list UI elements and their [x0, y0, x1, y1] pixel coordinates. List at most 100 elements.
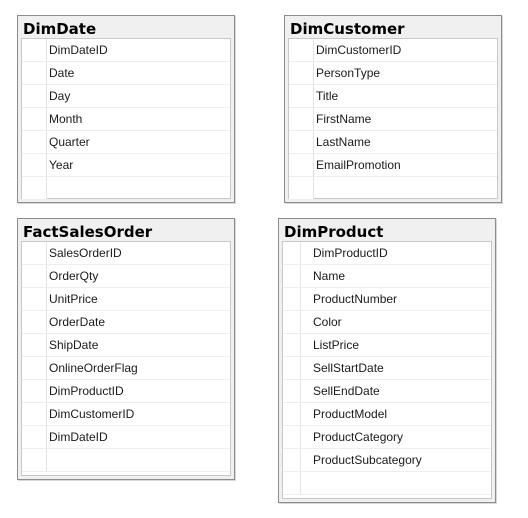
new-column-row[interactable]	[22, 177, 230, 200]
column-row[interactable]: Name	[283, 265, 491, 288]
column-row[interactable]: ShipDate	[22, 334, 230, 357]
row-selector[interactable]	[22, 131, 47, 153]
column-name: Year	[49, 158, 74, 172]
column-name: Date	[49, 66, 75, 80]
row-selector[interactable]	[22, 449, 47, 471]
column-row[interactable]: Color	[283, 311, 491, 334]
new-column-row[interactable]	[289, 177, 497, 200]
column-grid: SalesOrderID OrderQty UnitPrice OrderDate Sh…	[21, 241, 231, 476]
column-row[interactable]: EmailPromotion	[289, 154, 497, 177]
row-selector[interactable]	[283, 449, 301, 471]
column-row[interactable]: Year	[22, 154, 230, 177]
column-name: FirstName	[316, 112, 372, 126]
column-list: SalesOrderID OrderQty UnitPrice OrderDate Sh…	[22, 242, 230, 472]
new-column-row[interactable]	[22, 449, 230, 472]
row-selector[interactable]	[289, 177, 314, 199]
column-row[interactable]: ListPrice	[283, 334, 491, 357]
table-title: DimDate	[23, 20, 97, 38]
column-row[interactable]: SellEndDate	[283, 380, 491, 403]
column-row[interactable]: OnlineOrderFlag	[22, 357, 230, 380]
column-row[interactable]: UnitPrice	[22, 288, 230, 311]
column-name: ProductSubcategory	[313, 453, 422, 467]
column-row[interactable]: Date	[22, 62, 230, 85]
row-selector[interactable]	[283, 265, 301, 287]
table-dimproduct[interactable]: DimProduct DimProductID Name ProductNumber…	[278, 218, 496, 503]
row-selector[interactable]	[22, 380, 47, 402]
row-selector[interactable]	[283, 334, 301, 356]
table-title: DimCustomer	[290, 20, 405, 38]
row-selector[interactable]	[22, 242, 47, 264]
row-selector[interactable]	[22, 403, 47, 425]
column-row[interactable]: ProductModel	[283, 403, 491, 426]
column-name: Day	[49, 89, 71, 103]
row-selector[interactable]	[22, 311, 47, 333]
column-list: DimDateID Date Day Month Quarter Year	[22, 39, 230, 200]
column-row[interactable]: DimCustomerID	[22, 403, 230, 426]
column-row[interactable]: Quarter	[22, 131, 230, 154]
column-row[interactable]: SalesOrderID	[22, 242, 230, 265]
column-row[interactable]: DimProductID	[283, 242, 491, 265]
row-selector[interactable]	[22, 288, 47, 310]
table-dimdate[interactable]: DimDate DimDateID Date Day Month Quarter Year	[17, 15, 235, 203]
column-row[interactable]: ProductCategory	[283, 426, 491, 449]
column-name: DimDateID	[49, 430, 108, 444]
column-list: DimCustomerID PersonType Title FirstName Las…	[289, 39, 497, 200]
column-row[interactable]: LastName	[289, 131, 497, 154]
column-row[interactable]: DimCustomerID	[289, 39, 497, 62]
row-selector[interactable]	[283, 472, 301, 494]
row-selector[interactable]	[22, 39, 47, 61]
column-name: OrderDate	[49, 315, 106, 329]
column-name: UnitPrice	[49, 292, 98, 306]
column-row[interactable]: OrderDate	[22, 311, 230, 334]
row-selector[interactable]	[22, 334, 47, 356]
column-row[interactable]: OrderQty	[22, 265, 230, 288]
table-factsalesorder[interactable]: FactSalesOrder SalesOrderID OrderQty UnitP…	[17, 218, 235, 480]
row-selector[interactable]	[22, 108, 47, 130]
row-selector[interactable]	[22, 85, 47, 107]
row-selector[interactable]	[283, 288, 301, 310]
row-selector[interactable]	[22, 62, 47, 84]
column-name: DimCustomerID	[49, 407, 135, 421]
row-selector[interactable]	[283, 426, 301, 448]
column-row[interactable]: ProductNumber	[283, 288, 491, 311]
column-row[interactable]: DimProductID	[22, 380, 230, 403]
column-name: DimProductID	[313, 246, 388, 260]
column-row[interactable]: FirstName	[289, 108, 497, 131]
column-name: SellEndDate	[313, 384, 380, 398]
row-selector[interactable]	[283, 311, 301, 333]
column-name: ProductModel	[313, 407, 388, 421]
column-row[interactable]: PersonType	[289, 62, 497, 85]
column-row[interactable]: DimDateID	[22, 39, 230, 62]
column-row[interactable]: DimDateID	[22, 426, 230, 449]
row-selector[interactable]	[22, 357, 47, 379]
row-selector[interactable]	[289, 85, 314, 107]
row-selector[interactable]	[22, 265, 47, 287]
row-selector[interactable]	[283, 380, 301, 402]
column-row[interactable]: ProductSubcategory	[283, 449, 491, 472]
column-grid: DimProductID Name ProductNumber Color ListPr…	[282, 241, 492, 499]
row-selector[interactable]	[289, 131, 314, 153]
column-name: EmailPromotion	[316, 158, 401, 172]
column-name: SalesOrderID	[49, 246, 122, 260]
row-selector[interactable]	[22, 426, 47, 448]
column-name: ProductCategory	[313, 430, 404, 444]
new-column-row[interactable]	[283, 472, 491, 495]
column-row[interactable]: Day	[22, 85, 230, 108]
table-title: DimProduct	[284, 223, 384, 241]
column-row[interactable]: Title	[289, 85, 497, 108]
row-selector[interactable]	[289, 154, 314, 176]
column-row[interactable]: SellStartDate	[283, 357, 491, 380]
row-selector[interactable]	[289, 108, 314, 130]
row-selector[interactable]	[22, 154, 47, 176]
column-row[interactable]: Month	[22, 108, 230, 131]
row-selector[interactable]	[283, 357, 301, 379]
column-name: Color	[313, 315, 342, 329]
row-selector[interactable]	[22, 177, 47, 199]
row-selector[interactable]	[283, 242, 301, 264]
row-selector[interactable]	[289, 39, 314, 61]
row-selector[interactable]	[289, 62, 314, 84]
column-grid: DimCustomerID PersonType Title FirstName Las…	[288, 38, 498, 200]
row-selector[interactable]	[283, 403, 301, 425]
table-title: FactSalesOrder	[23, 223, 153, 241]
table-dimcustomer[interactable]: DimCustomer DimCustomerID PersonType Title…	[284, 15, 502, 203]
